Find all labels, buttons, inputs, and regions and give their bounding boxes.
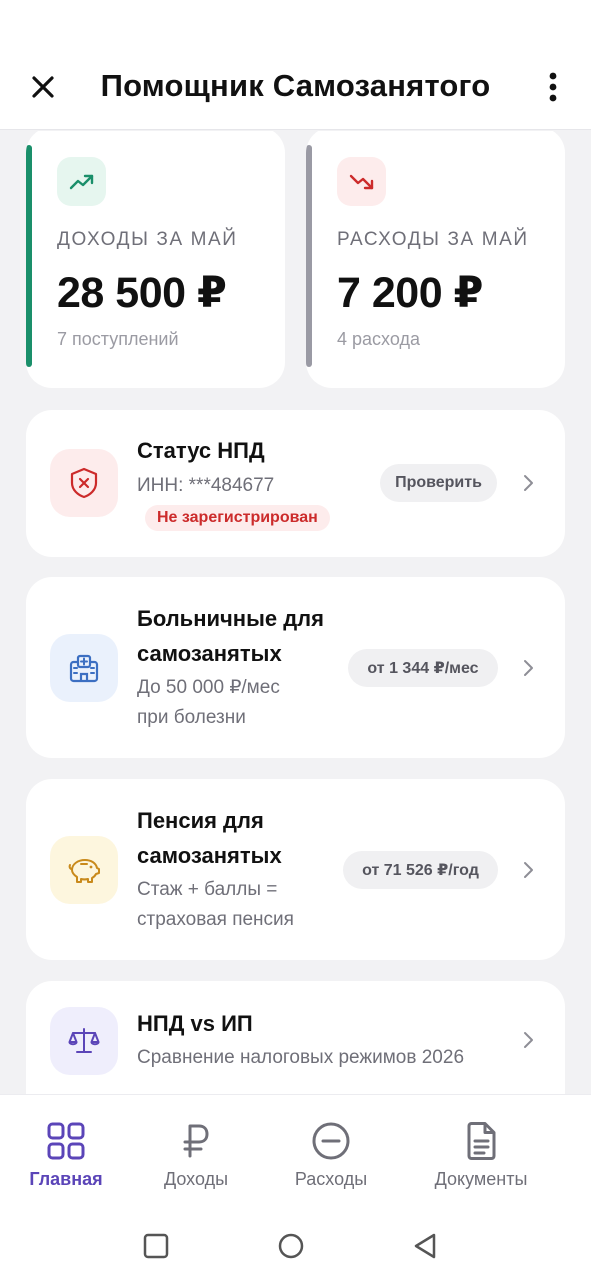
expense-count: 4 расхода (337, 329, 420, 349)
more-options-icon[interactable] (538, 70, 568, 104)
page-title: Помощник Самозанятого (100, 68, 491, 103)
sick-price-button[interactable]: от 1 344 ₽/мес (348, 649, 498, 687)
income-value: 28 500 ₽ (57, 269, 227, 317)
npd-title: Статус НПД (137, 438, 265, 463)
nav-label-income: Доходы (163, 1169, 229, 1189)
check-button[interactable]: Проверить (380, 464, 497, 502)
nav-item-income[interactable]: Доходы (144, 1095, 248, 1211)
npd-inn: ИНН: ***484677 (137, 475, 275, 496)
chevron-right-icon (524, 1032, 533, 1048)
compare-desc: Сравнение налоговых режимов 2026 (137, 1047, 465, 1068)
trending-down-icon (337, 157, 386, 206)
sick-leave-card[interactable]: Больничные для самозанятых До 50 000 ₽/м… (26, 577, 565, 758)
npd-status-card[interactable]: Статус НПД ИНН: ***484677 Проверить (26, 410, 565, 557)
income-stat-card[interactable]: ДОХОДЫ ЗА МАЙ 28 500 ₽ 7 поступлений (26, 131, 285, 388)
pension-title-line-1: Пенсия для (137, 808, 264, 833)
status-badge: Не зарегистрирован (145, 505, 330, 531)
npd-vs-ip-card[interactable]: НПД vs ИП Сравнение налоговых режимов 20… (26, 981, 565, 1094)
piggy-bank-icon (50, 836, 118, 904)
chevron-right-icon (524, 475, 533, 491)
system-navigation-bar (0, 1210, 591, 1280)
sick-desc-line-2: при болезни (137, 707, 246, 728)
bottom-navigation: Главная Доходы Расходы Документы (0, 1094, 591, 1210)
pension-price-button[interactable]: от 71 526 ₽/год (343, 851, 498, 889)
recent-apps-icon[interactable] (142, 1232, 170, 1260)
expense-accent-bar (306, 145, 312, 367)
sick-title-line-1: Больничные для (137, 606, 324, 631)
nav-label-expenses: Расходы (294, 1169, 368, 1189)
status-bar (0, 0, 591, 50)
income-accent-bar (26, 145, 32, 367)
nav-item-home[interactable]: Главная (14, 1095, 118, 1211)
app-bar: Помощник Самозанятого (0, 50, 591, 130)
main-content: ДОХОДЫ ЗА МАЙ 28 500 ₽ 7 поступлений РАС… (0, 131, 591, 1094)
nav-item-expenses[interactable]: Расходы (279, 1095, 383, 1211)
trending-up-icon (57, 157, 106, 206)
grid-icon (46, 1121, 86, 1161)
compare-title: НПД vs ИП (137, 1011, 253, 1036)
expense-label: РАСХОДЫ ЗА МАЙ (337, 229, 529, 250)
chevron-right-icon (524, 660, 533, 676)
hospital-icon (50, 634, 118, 702)
sick-desc-line-1: До 50 000 ₽/мес (137, 677, 280, 698)
back-icon[interactable] (412, 1232, 440, 1260)
income-count: 7 поступлений (57, 329, 179, 349)
document-icon (461, 1121, 501, 1161)
nav-label-documents: Документы (434, 1169, 528, 1189)
minus-circle-icon (311, 1121, 351, 1161)
pension-desc-line-1: Стаж + баллы = (137, 879, 278, 900)
expense-value: 7 200 ₽ (337, 269, 483, 317)
sick-title-line-2: самозанятых (137, 641, 282, 666)
nav-item-documents[interactable]: Документы (421, 1095, 541, 1211)
ruble-icon (176, 1121, 216, 1161)
pension-card[interactable]: Пенсия для самозанятых Стаж + баллы = ст… (26, 779, 565, 960)
pension-desc-line-2: страховая пенсия (137, 909, 294, 930)
income-label: ДОХОДЫ ЗА МАЙ (57, 229, 238, 250)
expense-stat-card[interactable]: РАСХОДЫ ЗА МАЙ 7 200 ₽ 4 расхода (306, 131, 565, 388)
home-icon[interactable] (277, 1232, 305, 1260)
chevron-right-icon (524, 862, 533, 878)
pension-title-line-2: самозанятых (137, 843, 282, 868)
nav-label-home: Главная (29, 1169, 103, 1189)
shield-x-icon (50, 449, 118, 517)
scales-icon (50, 1007, 118, 1075)
